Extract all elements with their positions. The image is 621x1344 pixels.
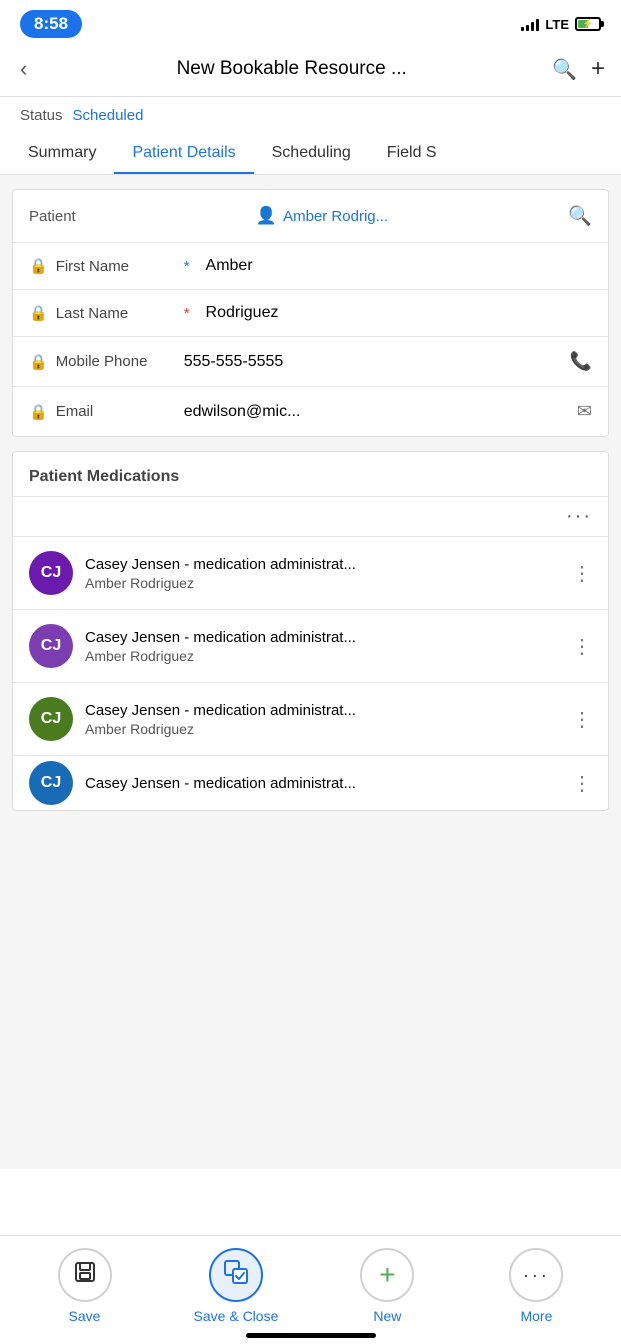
medications-more-options-row: ···	[13, 496, 608, 536]
more-button[interactable]: ··· More	[496, 1248, 576, 1324]
lock-icon-phone: 🔒	[29, 353, 48, 371]
main-content: Patient 👤 Amber Rodrig... 🔍 🔒 First Name…	[0, 175, 621, 1169]
patient-link[interactable]: 👤 Amber Rodrig...	[256, 206, 388, 226]
status-field-value[interactable]: Scheduled	[73, 107, 144, 124]
avatar-cj-2: CJ	[29, 624, 73, 668]
page-title: New Bookable Resource ...	[41, 58, 542, 80]
lock-icon-firstname: 🔒	[29, 257, 48, 275]
patient-card: Patient 👤 Amber Rodrig... 🔍 🔒 First Name…	[12, 189, 609, 437]
email-row: 🔒 Email edwilson@mic... ✉	[13, 386, 608, 436]
avatar-initials-2: CJ	[41, 637, 61, 655]
email-value[interactable]: edwilson@mic...	[184, 403, 569, 421]
item-more-icon-3[interactable]: ⋮	[572, 707, 592, 732]
tab-scheduling[interactable]: Scheduling	[254, 132, 369, 174]
status-time: 8:58	[20, 10, 82, 38]
medication-info-3: Casey Jensen - medication administrat...…	[85, 702, 560, 737]
add-button[interactable]: +	[591, 55, 605, 83]
email-label: Email	[56, 403, 176, 420]
patient-header: Patient 👤 Amber Rodrig... 🔍	[13, 190, 608, 242]
avatar-initials-1: CJ	[41, 564, 61, 582]
medications-title: Patient Medications	[29, 468, 179, 485]
signal-bars-icon	[521, 17, 539, 31]
tab-patient-details[interactable]: Patient Details	[114, 132, 253, 174]
avatar-initials-4: CJ	[41, 774, 61, 792]
more-label: More	[520, 1308, 552, 1324]
save-close-icon-wrap	[209, 1248, 263, 1302]
search-button[interactable]: 🔍	[552, 57, 577, 82]
new-label: New	[373, 1308, 401, 1324]
medication-item[interactable]: CJ Casey Jensen - medication administrat…	[13, 609, 608, 682]
patient-link-icon: 👤	[256, 206, 277, 226]
first-name-required: *	[184, 258, 190, 275]
new-icon-wrap: +	[360, 1248, 414, 1302]
medications-card: Patient Medications ··· CJ Casey Jensen …	[12, 451, 609, 811]
medication-name-1: Casey Jensen - medication administrat...	[85, 556, 560, 573]
medication-name-4: Casey Jensen - medication administrat...	[85, 775, 560, 792]
save-icon-wrap	[58, 1248, 112, 1302]
new-icon: +	[379, 1261, 395, 1289]
avatar-initials-3: CJ	[41, 710, 61, 728]
item-more-icon-4[interactable]: ⋮	[572, 771, 592, 796]
tab-field-s[interactable]: Field S	[369, 132, 455, 174]
first-name-row: 🔒 First Name * Amber	[13, 242, 608, 289]
medication-item[interactable]: CJ Casey Jensen - medication administrat…	[13, 536, 608, 609]
medication-patient-1: Amber Rodriguez	[85, 575, 560, 591]
status-icons: LTE ⚡	[521, 17, 601, 32]
mobile-phone-value[interactable]: 555-555-5555	[184, 353, 562, 371]
first-name-value[interactable]: Amber	[206, 257, 592, 275]
medication-info-2: Casey Jensen - medication administrat...…	[85, 629, 560, 664]
item-more-icon-2[interactable]: ⋮	[572, 634, 592, 659]
medication-patient-2: Amber Rodriguez	[85, 648, 560, 664]
last-name-value[interactable]: Rodriguez	[206, 304, 592, 322]
back-button[interactable]: ‹	[16, 52, 31, 86]
avatar-cj-3: CJ	[29, 697, 73, 741]
patient-name: Amber Rodrig...	[283, 208, 388, 225]
medication-item[interactable]: CJ Casey Jensen - medication administrat…	[13, 682, 608, 755]
save-icon	[73, 1260, 97, 1290]
status-field-label: Status	[20, 107, 63, 124]
lock-icon-email: 🔒	[29, 403, 48, 421]
avatar-cj-4: CJ	[29, 761, 73, 805]
lock-icon-lastname: 🔒	[29, 304, 48, 322]
bottom-toolbar: Save Save & Close + New ··· More	[0, 1235, 621, 1344]
medication-info-1: Casey Jensen - medication administrat...…	[85, 556, 560, 591]
battery-icon: ⚡	[575, 17, 601, 31]
email-send-icon[interactable]: ✉	[577, 401, 592, 422]
mobile-phone-row: 🔒 Mobile Phone 555-555-5555 📞	[13, 336, 608, 386]
more-icon-wrap: ···	[509, 1248, 563, 1302]
patient-search-icon[interactable]: 🔍	[568, 204, 592, 228]
status-line: Status Scheduled	[0, 97, 621, 132]
save-close-button[interactable]: Save & Close	[194, 1248, 279, 1324]
lte-label: LTE	[545, 17, 569, 32]
medication-item-partial[interactable]: CJ Casey Jensen - medication administrat…	[13, 755, 608, 810]
mobile-phone-label: Mobile Phone	[56, 353, 176, 370]
more-icon: ···	[523, 1265, 550, 1286]
status-bar: 8:58 LTE ⚡	[0, 0, 621, 44]
medication-name-3: Casey Jensen - medication administrat...	[85, 702, 560, 719]
first-name-label: First Name	[56, 258, 176, 275]
save-close-label: Save & Close	[194, 1308, 279, 1324]
last-name-label: Last Name	[56, 305, 176, 322]
tab-summary[interactable]: Summary	[10, 132, 114, 174]
medication-patient-3: Amber Rodriguez	[85, 721, 560, 737]
header-nav: ‹ New Bookable Resource ... 🔍 +	[0, 44, 621, 97]
medications-more-dots[interactable]: ···	[566, 505, 592, 528]
header-actions: 🔍 +	[552, 55, 605, 83]
medications-header: Patient Medications	[13, 452, 608, 496]
item-more-icon-1[interactable]: ⋮	[572, 561, 592, 586]
phone-call-icon[interactable]: 📞	[570, 351, 592, 372]
medication-name-2: Casey Jensen - medication administrat...	[85, 629, 560, 646]
last-name-required: *	[184, 305, 190, 322]
save-button[interactable]: Save	[45, 1248, 125, 1324]
save-label: Save	[69, 1308, 101, 1324]
new-button[interactable]: + New	[347, 1248, 427, 1324]
save-close-icon	[223, 1259, 249, 1291]
patient-field-label: Patient	[29, 208, 76, 225]
last-name-row: 🔒 Last Name * Rodriguez	[13, 289, 608, 336]
avatar-cj-1: CJ	[29, 551, 73, 595]
home-indicator	[246, 1333, 376, 1338]
medication-info-4: Casey Jensen - medication administrat...	[85, 775, 560, 792]
tab-bar: Summary Patient Details Scheduling Field…	[0, 132, 621, 175]
